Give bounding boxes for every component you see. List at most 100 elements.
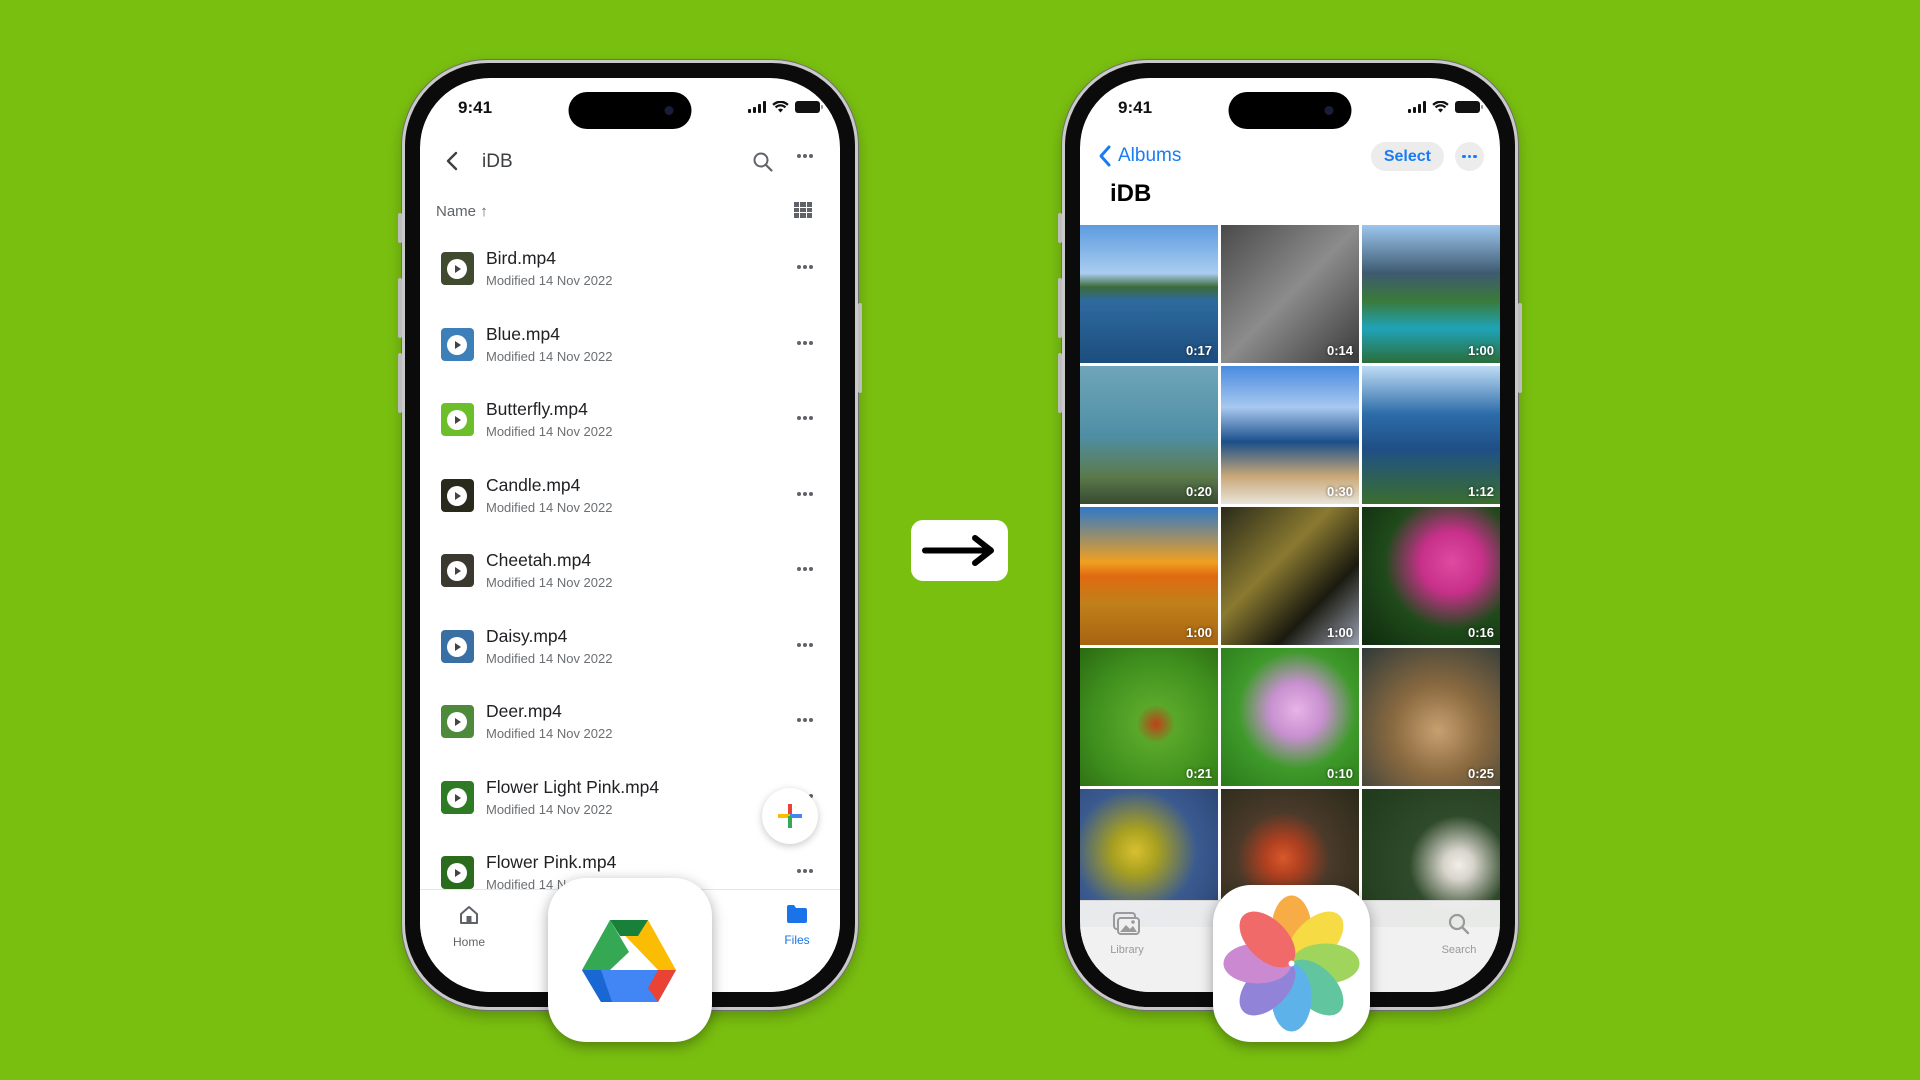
video-duration: 1:00 [1185, 625, 1212, 640]
tab-files-label: Files [784, 933, 810, 947]
file-modified-date: Modified 14 Nov 2022 [486, 273, 613, 288]
volume-down-button [1058, 353, 1062, 413]
more-horizontal-icon[interactable] [794, 713, 816, 727]
file-name: Daisy.mp4 [486, 625, 568, 646]
video-thumbnail[interactable]: 0:10 [1221, 648, 1359, 786]
video-thumbnail[interactable]: 0:25 [1362, 648, 1500, 786]
file-row[interactable]: Deer.mp4 Modified 14 Nov 2022 [420, 689, 840, 764]
video-duration: 0:30 [1326, 484, 1353, 499]
video-thumbnail[interactable]: 0:16 [1362, 507, 1500, 645]
cellular-signal-icon [1408, 101, 1426, 113]
tab-home[interactable]: Home [434, 904, 504, 949]
file-row[interactable]: Blue.mp4 Modified 14 Nov 2022 [420, 312, 840, 387]
file-modified-date: Modified 14 Nov 2022 [486, 650, 613, 666]
wifi-icon [1432, 101, 1449, 113]
more-horizontal-icon[interactable] [794, 638, 816, 652]
tab-home-label: Home [452, 935, 485, 949]
video-thumbnail[interactable]: 0:30 [1221, 366, 1359, 504]
wifi-icon [772, 101, 789, 113]
more-horizontal-icon[interactable] [794, 562, 816, 576]
more-horizontal-icon[interactable] [794, 411, 816, 425]
grid-view-icon[interactable] [794, 202, 812, 218]
file-row[interactable]: Cheetah.mp4 Modified 14 Nov 2022 [420, 538, 840, 613]
video-thumbnail[interactable]: 0:17 [1080, 225, 1218, 363]
plus-icon [778, 804, 802, 828]
play-icon [447, 863, 467, 883]
video-duration: 0:20 [1185, 484, 1212, 499]
photos-screen: 9:41 Albums Select iDB 0:17 0:14 1:00 0:20 0… [1080, 78, 1500, 992]
video-thumbnail [441, 629, 474, 663]
video-duration: 0:16 [1467, 625, 1494, 640]
arrow-up-icon: ↑ [480, 203, 488, 220]
video-thumbnail[interactable]: 0:20 [1080, 366, 1218, 504]
file-modified-date: Modified 14 Nov 2022 [486, 801, 613, 817]
file-row[interactable]: Butterfly.mp4 Modified 14 Nov 2022 [420, 387, 840, 462]
action-button [1058, 213, 1062, 243]
video-thumbnail[interactable]: 0:21 [1080, 648, 1218, 786]
power-button [858, 303, 862, 393]
play-icon [447, 787, 467, 808]
more-horizontal-icon[interactable] [794, 260, 816, 274]
back-to-albums-button[interactable]: Albums [1098, 144, 1181, 168]
play-icon [447, 334, 467, 355]
file-row[interactable]: Daisy.mp4 Modified 14 Nov 2022 [420, 614, 840, 689]
video-thumbnail [441, 780, 474, 814]
more-horizontal-icon[interactable] [794, 487, 816, 501]
chevron-left-icon[interactable] [440, 148, 466, 174]
file-row[interactable]: Candle.mp4 Modified 14 Nov 2022 [420, 463, 840, 538]
video-duration: 0:21 [1185, 766, 1212, 781]
album-title: iDB [1110, 180, 1152, 207]
video-thumbnail[interactable]: 1:00 [1221, 507, 1359, 645]
sort-by-name-button[interactable]: Name ↑ [436, 203, 488, 220]
search-icon[interactable] [750, 149, 776, 175]
video-thumbnail [441, 705, 474, 738]
file-row[interactable]: Bird.mp4 Modified 14 Nov 2022 [420, 236, 840, 311]
play-icon [447, 712, 467, 732]
cellular-signal-icon [748, 101, 766, 113]
video-thumbnail[interactable]: 1:00 [1080, 507, 1218, 645]
more-horizontal-icon[interactable] [792, 149, 818, 163]
home-icon [460, 906, 478, 924]
tab-library[interactable]: Library [1092, 911, 1162, 956]
more-button[interactable] [1455, 142, 1484, 171]
photo-library-icon [1113, 912, 1140, 935]
photo-grid: 0:17 0:14 1:00 0:20 0:30 1:12 1:00 1:00 0:16 0:21… [1080, 225, 1500, 927]
folder-title: iDB [482, 151, 513, 172]
file-name: Butterfly.mp4 [486, 399, 588, 419]
status-time: 9:41 [458, 98, 493, 117]
google-drive-app-icon [548, 878, 712, 1042]
tab-search-label: Search [1441, 944, 1477, 956]
video-thumbnail [441, 252, 474, 285]
status-time: 9:41 [1118, 98, 1153, 117]
new-button[interactable] [762, 788, 818, 844]
file-name: Flower Light Pink.mp4 [486, 776, 660, 797]
sort-label: Name [436, 203, 477, 220]
battery-icon [1455, 101, 1483, 113]
video-duration: 0:10 [1326, 766, 1353, 781]
file-modified-date: Modified 14 Nov 2022 [486, 424, 613, 439]
more-horizontal-icon[interactable] [794, 336, 816, 350]
video-thumbnail[interactable]: 0:14 [1221, 225, 1359, 363]
file-name: Candle.mp4 [486, 474, 581, 495]
play-icon [447, 561, 467, 581]
search-icon [1448, 913, 1470, 935]
back-label: Albums [1118, 145, 1182, 166]
video-thumbnail[interactable]: 1:00 [1362, 225, 1500, 363]
tab-files[interactable]: Files [762, 904, 832, 947]
file-name: Deer.mp4 [486, 701, 562, 721]
arrow-right-icon [922, 535, 994, 566]
video-thumbnail [441, 327, 474, 361]
battery-icon [795, 101, 823, 113]
more-horizontal-icon [1455, 142, 1484, 171]
select-button[interactable]: Select [1370, 142, 1444, 171]
file-modified-date: Modified 14 Nov 2022 [486, 575, 613, 590]
file-name: Flower Pink.mp4 [486, 852, 617, 872]
file-name: Cheetah.mp4 [486, 550, 592, 570]
folder-icon [787, 905, 807, 923]
apple-photos-app-icon [1213, 885, 1370, 1042]
more-horizontal-icon[interactable] [794, 864, 816, 878]
tab-search[interactable]: Search [1424, 911, 1494, 956]
video-thumbnail[interactable]: 1:12 [1362, 366, 1500, 504]
photos-nav-bar: Albums Select [1080, 138, 1500, 178]
photos-flower-logo-icon [1223, 895, 1360, 1032]
